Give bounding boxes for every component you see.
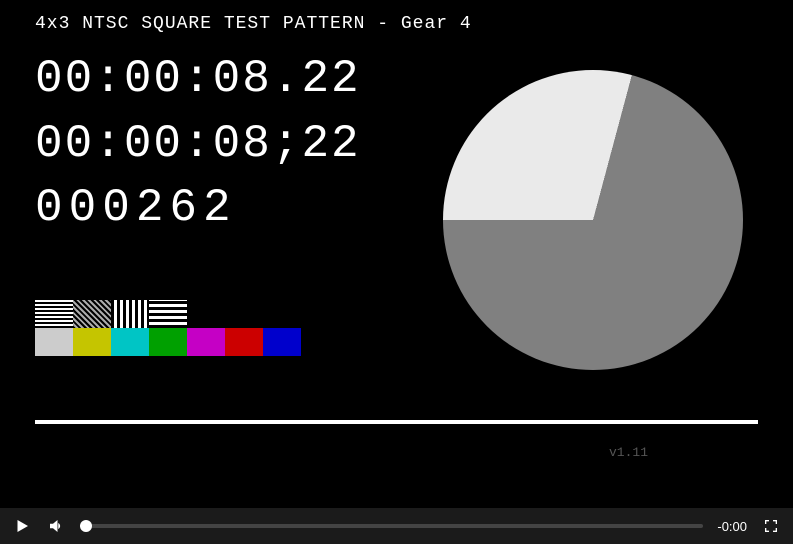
progress-bar[interactable] [80,524,703,528]
bar-cell [263,328,301,356]
bar-cell [225,328,263,356]
fullscreen-button[interactable] [761,516,781,536]
bar-cell [35,300,73,328]
bar-cell [111,300,149,328]
horizontal-divider [35,420,758,424]
bar-row-patterns [35,300,301,328]
progress-pie [443,70,743,370]
color-bars [35,300,301,356]
bar-cell [149,328,187,356]
bar-cell [35,328,73,356]
fullscreen-icon [763,518,779,534]
bar-cell [187,328,225,356]
bar-cell [73,328,111,356]
bar-cell [149,300,187,328]
volume-icon [47,517,65,535]
time-remaining: -0:00 [717,519,747,534]
bar-cell [73,300,111,328]
play-icon [13,517,31,535]
volume-button[interactable] [46,516,66,536]
version-label: v1.11 [609,445,648,460]
bar-row-colors [35,328,301,356]
video-controls: -0:00 [0,508,793,544]
progress-thumb[interactable] [80,520,92,532]
video-area: 4x3 NTSC SQUARE TEST PATTERN - Gear 4 00… [0,0,793,508]
bar-cell [111,328,149,356]
play-button[interactable] [12,516,32,536]
pattern-title: 4x3 NTSC SQUARE TEST PATTERN - Gear 4 [35,14,758,34]
